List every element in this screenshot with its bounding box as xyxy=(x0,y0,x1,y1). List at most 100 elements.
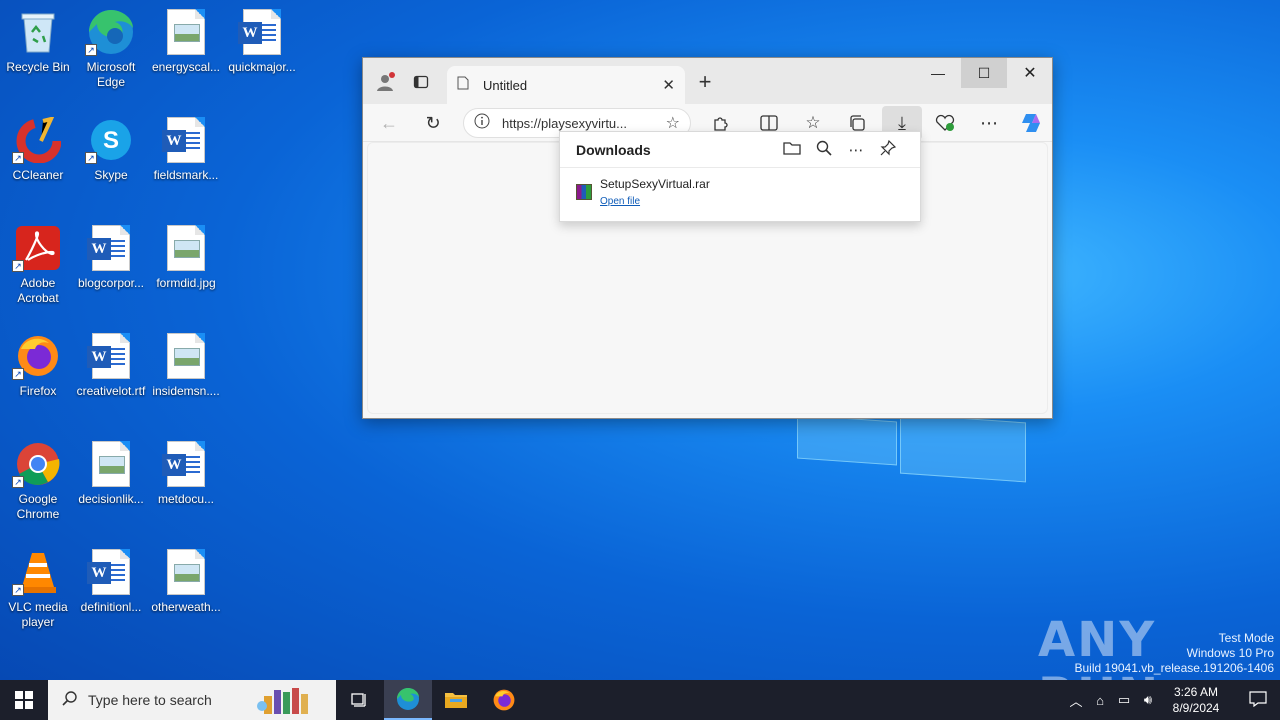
clock[interactable]: 3:26 AM 8/9/2024 xyxy=(1166,684,1226,716)
desktop-icon-label: VLC media player xyxy=(8,600,68,629)
system-tray: ︿ ⌂ ▭ 🔊︎ 3:26 AM 8/9/2024 xyxy=(1064,680,1280,720)
desktop-icon-image-file[interactable]: energyscal... xyxy=(148,8,224,75)
svg-text:S: S xyxy=(103,127,119,154)
info-icon[interactable] xyxy=(474,113,490,134)
window-close-icon[interactable]: ✕ xyxy=(1007,58,1053,88)
close-icon[interactable]: ✕ xyxy=(662,76,675,94)
clock-date: 8/9/2024 xyxy=(1172,701,1220,715)
desktop-icon-label: Adobe Acrobat xyxy=(17,276,59,305)
desktop-icon-microsoft-edge[interactable]: ↗ Microsoft Edge xyxy=(73,8,149,90)
show-hidden-icons-chevron-icon[interactable]: ︿ xyxy=(1064,691,1088,710)
desktop-icon-vlc[interactable]: ↗ VLC media player xyxy=(0,548,76,630)
open-file-link[interactable]: Open file xyxy=(600,196,640,207)
copilot-icon[interactable] xyxy=(1019,110,1045,136)
more-options-icon[interactable]: ⋯ xyxy=(840,141,872,159)
network-icon[interactable]: ▭ xyxy=(1112,692,1136,708)
vlc-icon: ↗ xyxy=(12,548,62,596)
chrome-icon: ↗ xyxy=(12,440,62,488)
desktop-icon-word-document[interactable]: W blogcorpor... xyxy=(73,224,149,291)
open-folder-icon[interactable] xyxy=(776,141,808,159)
desktop-icon-label: decisionlik... xyxy=(78,492,144,506)
desktop-icon-image-file[interactable]: decisionlik... xyxy=(73,440,149,507)
search-icon xyxy=(62,690,78,711)
test-mode-watermark: Test Mode Windows 10 Pro Build 19041.vb_… xyxy=(1075,631,1275,676)
taskbar-firefox-icon[interactable] xyxy=(480,680,528,720)
desktop-icon-label: fieldsmark... xyxy=(153,168,219,182)
edge-icon: ↗ xyxy=(85,8,135,56)
image-file-icon xyxy=(162,332,210,380)
search-placeholder: Type here to search xyxy=(88,692,212,708)
word-document-icon: W xyxy=(87,224,135,272)
desktop-icon-label: Skype xyxy=(94,168,128,182)
desktop-icon-label: energyscal... xyxy=(151,60,221,74)
maximize-icon[interactable]: ☐ xyxy=(961,58,1007,88)
more-icon[interactable]: ⋯ xyxy=(977,111,1001,135)
desktop-icon-image-file[interactable]: insidemsn.... xyxy=(148,332,224,399)
desktop-icon-firefox[interactable]: ↗ Firefox xyxy=(0,332,76,399)
windows-icon xyxy=(15,691,33,709)
browser-essentials-icon[interactable] xyxy=(933,111,957,135)
desktop-icon-label: CCleaner xyxy=(12,168,64,182)
desktop-icon-label: definitionl... xyxy=(80,600,142,614)
profile-icon[interactable] xyxy=(371,68,399,96)
desktop-icon-word-document[interactable]: W creativelot.rtf xyxy=(73,332,149,399)
word-document-icon: W xyxy=(162,440,210,488)
word-document-icon: W xyxy=(87,548,135,596)
start-button[interactable] xyxy=(0,680,48,720)
desktop-icon-label: quickmajor... xyxy=(228,60,296,74)
pin-icon[interactable] xyxy=(872,139,904,160)
rar-archive-icon xyxy=(576,184,592,200)
taskbar-search-box[interactable]: Type here to search xyxy=(48,680,336,720)
new-tab-icon[interactable]: + xyxy=(693,69,717,94)
tab-title: Untitled xyxy=(483,77,528,93)
watermark-line: Build 19041.vb_release.191206-1406 xyxy=(1074,661,1275,675)
notification-center-icon[interactable] xyxy=(1236,690,1280,710)
watermark-line: Windows 10 Pro xyxy=(1186,646,1274,660)
desktop-icon-label: Recycle Bin xyxy=(6,60,70,74)
title-bar: Untitled ✕ + — ☐ ✕ xyxy=(363,58,1052,104)
desktop-icon-label: Google Chrome xyxy=(16,492,60,521)
download-filename: SetupSexyVirtual.rar xyxy=(600,177,710,191)
desktop-icon-label: otherweath... xyxy=(151,600,221,614)
refresh-icon[interactable]: ↻ xyxy=(421,111,445,135)
page-icon xyxy=(457,76,469,95)
clock-time: 3:26 AM xyxy=(1173,685,1219,699)
taskbar: Type here to search ︿ ⌂ ▭ 🔊︎ 3:26 AM 8/9… xyxy=(0,680,1280,720)
task-view-icon[interactable] xyxy=(336,680,384,720)
device-icon[interactable]: ⌂ xyxy=(1088,693,1112,708)
desktop-icon-word-document[interactable]: W metdocu... xyxy=(148,440,224,507)
desktop-icon-label: metdocu... xyxy=(157,492,215,506)
tab-actions-icon[interactable] xyxy=(409,70,433,94)
desktop-icon-image-file[interactable]: formdid.jpg xyxy=(148,224,224,291)
wallpaper-light-beam xyxy=(797,414,897,466)
desktop-icon-image-file[interactable]: otherweath... xyxy=(148,548,224,615)
taskbar-edge-icon[interactable] xyxy=(384,680,432,720)
volume-icon[interactable]: 🔊︎ xyxy=(1136,692,1160,708)
desktop-icon-adobe-acrobat[interactable]: ↗ Adobe Acrobat xyxy=(0,224,76,306)
firefox-icon: ↗ xyxy=(12,332,62,380)
ccleaner-icon: ↗ xyxy=(12,116,62,164)
word-document-icon: W xyxy=(162,116,210,164)
back-icon[interactable]: ← xyxy=(377,111,401,135)
desktop-icon-google-chrome[interactable]: ↗ Google Chrome xyxy=(0,440,76,522)
wallpaper-light-beam xyxy=(900,413,1026,483)
desktop-icon-recycle-bin[interactable]: Recycle Bin xyxy=(0,8,76,75)
search-icon[interactable] xyxy=(808,140,840,160)
desktop-icon-skype[interactable]: S ↗ Skype xyxy=(73,116,149,183)
desktop-icon-label: Microsoft Edge xyxy=(86,60,136,89)
browser-tab[interactable]: Untitled ✕ xyxy=(447,66,685,104)
desktop-icon-word-document[interactable]: W quickmajor... xyxy=(224,8,300,75)
desktop-icon-ccleaner[interactable]: ↗ CCleaner xyxy=(0,116,76,183)
desktop-icon-word-document[interactable]: W fieldsmark... xyxy=(148,116,224,183)
minimize-icon[interactable]: — xyxy=(915,58,961,88)
image-file-icon xyxy=(87,440,135,488)
word-document-icon: W xyxy=(87,332,135,380)
desktop-icon-label: formdid.jpg xyxy=(156,276,216,290)
recycle-bin-icon xyxy=(14,8,62,56)
image-file-icon xyxy=(162,548,210,596)
file-explorer-icon[interactable] xyxy=(432,680,480,720)
download-item[interactable]: SetupSexyVirtual.rar Open file xyxy=(560,168,920,218)
downloads-panel: Downloads ⋯ SetupSexyVirtual.rar Open fi… xyxy=(559,131,921,222)
star-icon[interactable]: ☆ xyxy=(666,113,680,133)
desktop-icon-word-document[interactable]: W definitionl... xyxy=(73,548,149,615)
